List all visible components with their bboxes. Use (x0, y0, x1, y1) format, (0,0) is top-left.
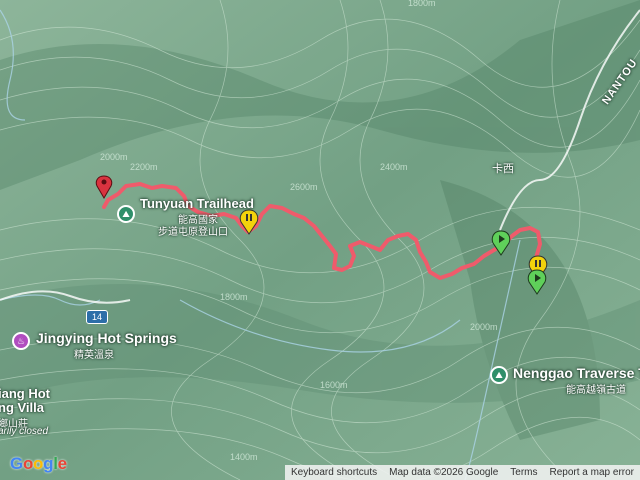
map-data-text: Map data ©2026 Google (389, 467, 499, 478)
poi-villa-name[interactable]: iang Hot (0, 386, 50, 401)
svg-text:1800m: 1800m (408, 0, 436, 8)
hot-spring-icon[interactable]: ♨ (12, 332, 30, 350)
place-label-kaxi: 卡西 (492, 163, 514, 175)
poi-nenggao-sub: 能高越嶺古道 (566, 385, 626, 396)
poi-nenggao-name[interactable]: Nenggao Traverse T (513, 365, 640, 381)
route-shield: 14 (86, 310, 108, 324)
svg-text:2000m: 2000m (470, 322, 498, 332)
poi-villa-status: arily closed (0, 426, 49, 437)
google-logo[interactable]: Google (10, 454, 67, 474)
svg-text:2200m: 2200m (130, 162, 158, 172)
svg-text:2400m: 2400m (380, 162, 408, 172)
keyboard-shortcuts-link[interactable]: Keyboard shortcuts (285, 465, 383, 480)
svg-text:1400m: 1400m (230, 452, 258, 462)
poi-villa-sub: ng Villa (0, 400, 44, 415)
svg-text:2600m: 2600m (290, 182, 318, 192)
poi-jingying-name[interactable]: Jingying Hot Springs (36, 330, 177, 346)
poi-tunyuan-sub: 步道屯原登山口 (158, 227, 228, 238)
report-map-error-link[interactable]: Report a map error (544, 465, 640, 480)
park-icon[interactable]: ⛰ (117, 205, 135, 223)
park-icon-2[interactable]: ⛰ (490, 366, 508, 384)
svg-text:2000m: 2000m (100, 152, 128, 162)
attribution-bar: Keyboard shortcuts Map data ©2026 Google… (284, 465, 640, 480)
terrain-map[interactable]: 1800m 2000m 2200m 2400m 2600m 1600m 1800… (0, 0, 640, 480)
svg-text:1800m: 1800m (220, 292, 248, 302)
poi-tunyuan-name[interactable]: Tunyuan Trailhead (140, 196, 254, 211)
svg-text:1600m: 1600m (320, 380, 348, 390)
terms-link[interactable]: Terms (504, 465, 543, 480)
poi-jingying-sub: 精英溫泉 (74, 350, 114, 361)
